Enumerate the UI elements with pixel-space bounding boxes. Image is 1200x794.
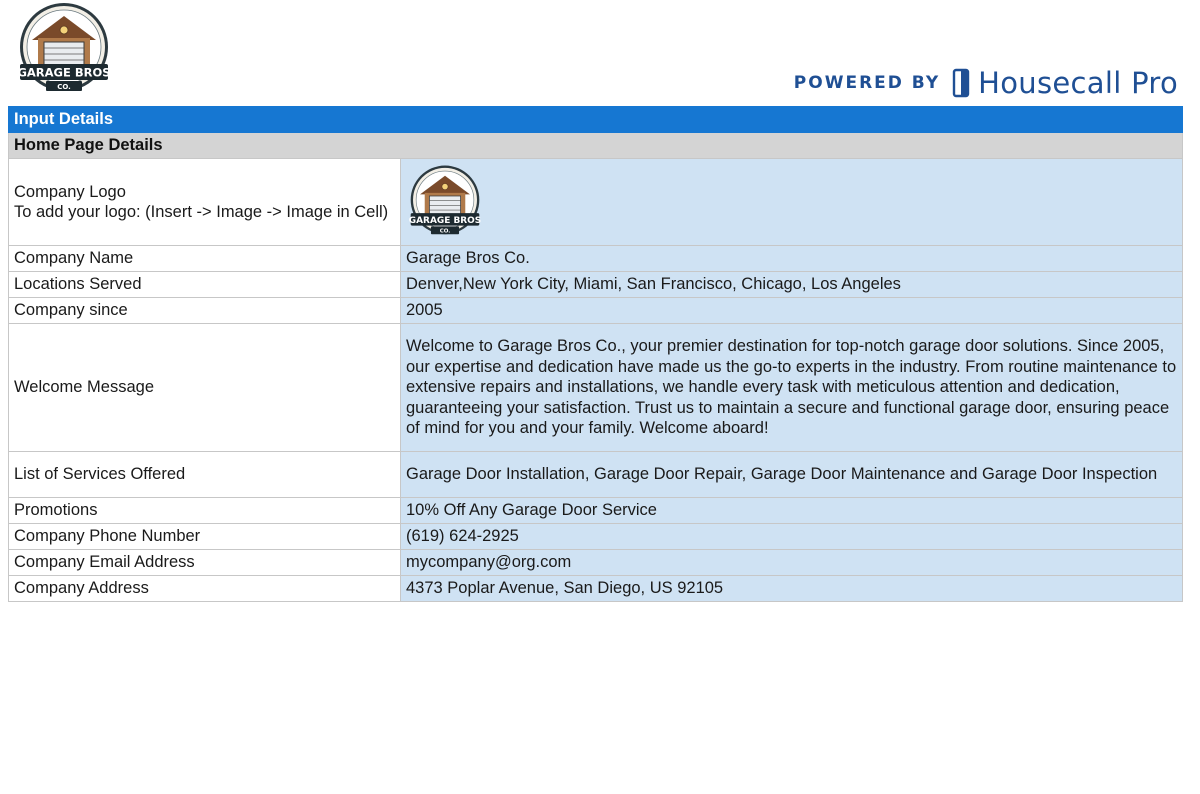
cell-value[interactable]: Garage Bros Co.	[400, 245, 1183, 272]
cell-label[interactable]: Company Name	[8, 245, 401, 272]
table-row-company-logo: Company Logo To add your logo: (Insert -…	[8, 158, 1183, 246]
logo-text: GARAGE BROS	[17, 66, 110, 80]
table-row-phone-number: Company Phone Number (619) 624-2925	[8, 523, 1183, 550]
table-row-promotions: Promotions 10% Off Any Garage Door Servi…	[8, 497, 1183, 524]
table-row-company-address: Company Address 4373 Poplar Avenue, San …	[8, 575, 1183, 602]
logo-subtext: CO.	[57, 83, 71, 91]
cell-label[interactable]: Company Phone Number	[8, 523, 401, 550]
cell-value[interactable]: (619) 624-2925	[400, 523, 1183, 550]
logo-label-line2: To add your logo: (Insert -> Image -> Im…	[14, 203, 389, 221]
table-row-welcome-message: Welcome Message Welcome to Garage Bros C…	[8, 323, 1183, 452]
cell-value[interactable]: 2005	[400, 297, 1183, 324]
cell-company-logo-label[interactable]: Company Logo To add your logo: (Insert -…	[8, 158, 401, 246]
input-details-table: Input Details Home Page Details Company …	[8, 106, 1183, 602]
table-row-email-address: Company Email Address mycompany@org.com	[8, 549, 1183, 576]
housecall-pro-icon	[952, 68, 970, 98]
housecall-pro-brand: Housecall Pro	[978, 66, 1178, 100]
table-row-company-name: Company Name Garage Bros Co.	[8, 245, 1183, 272]
cell-label[interactable]: Company Address	[8, 575, 401, 602]
section-header-row: Input Details	[8, 106, 1183, 133]
subsection-title: Home Page Details	[8, 132, 1183, 159]
table-row-company-since: Company since 2005	[8, 297, 1183, 324]
cell-label[interactable]: Promotions	[8, 497, 401, 524]
cell-label[interactable]: List of Services Offered	[8, 451, 401, 498]
section-title: Input Details	[8, 106, 1183, 133]
cell-value[interactable]: mycompany@org.com	[400, 549, 1183, 576]
cell-value[interactable]: 4373 Poplar Avenue, San Diego, US 92105	[400, 575, 1183, 602]
logo-label-line1: Company Logo	[14, 182, 126, 201]
cell-label[interactable]: Welcome Message	[8, 323, 401, 452]
cell-logo-subtext: CO.	[440, 229, 451, 235]
cell-label[interactable]: Company Email Address	[8, 549, 401, 576]
cell-value[interactable]: Garage Door Installation, Garage Door Re…	[400, 451, 1183, 498]
cell-company-logo-value[interactable]: GARAGE BROS CO.	[400, 158, 1183, 246]
cell-label[interactable]: Locations Served	[8, 271, 401, 298]
table-row-services-offered: List of Services Offered Garage Door Ins…	[8, 451, 1183, 498]
garage-bros-logo: GARAGE BROS CO.	[17, 3, 111, 91]
cell-value[interactable]: Welcome to Garage Bros Co., your premier…	[400, 323, 1183, 452]
table-row-locations-served: Locations Served Denver,New York City, M…	[8, 271, 1183, 298]
powered-by-banner: POWERED BY Housecall Pro	[794, 66, 1178, 100]
powered-by-label: POWERED BY	[793, 73, 941, 93]
garage-bros-logo-cell-image: GARAGE BROS CO.	[409, 165, 481, 235]
cell-value[interactable]: Denver,New York City, Miami, San Francis…	[400, 271, 1183, 298]
cell-value[interactable]: 10% Off Any Garage Door Service	[400, 497, 1183, 524]
cell-logo-text: GARAGE BROS	[409, 216, 481, 226]
subsection-header-row: Home Page Details	[8, 132, 1183, 159]
cell-label[interactable]: Company since	[8, 297, 401, 324]
